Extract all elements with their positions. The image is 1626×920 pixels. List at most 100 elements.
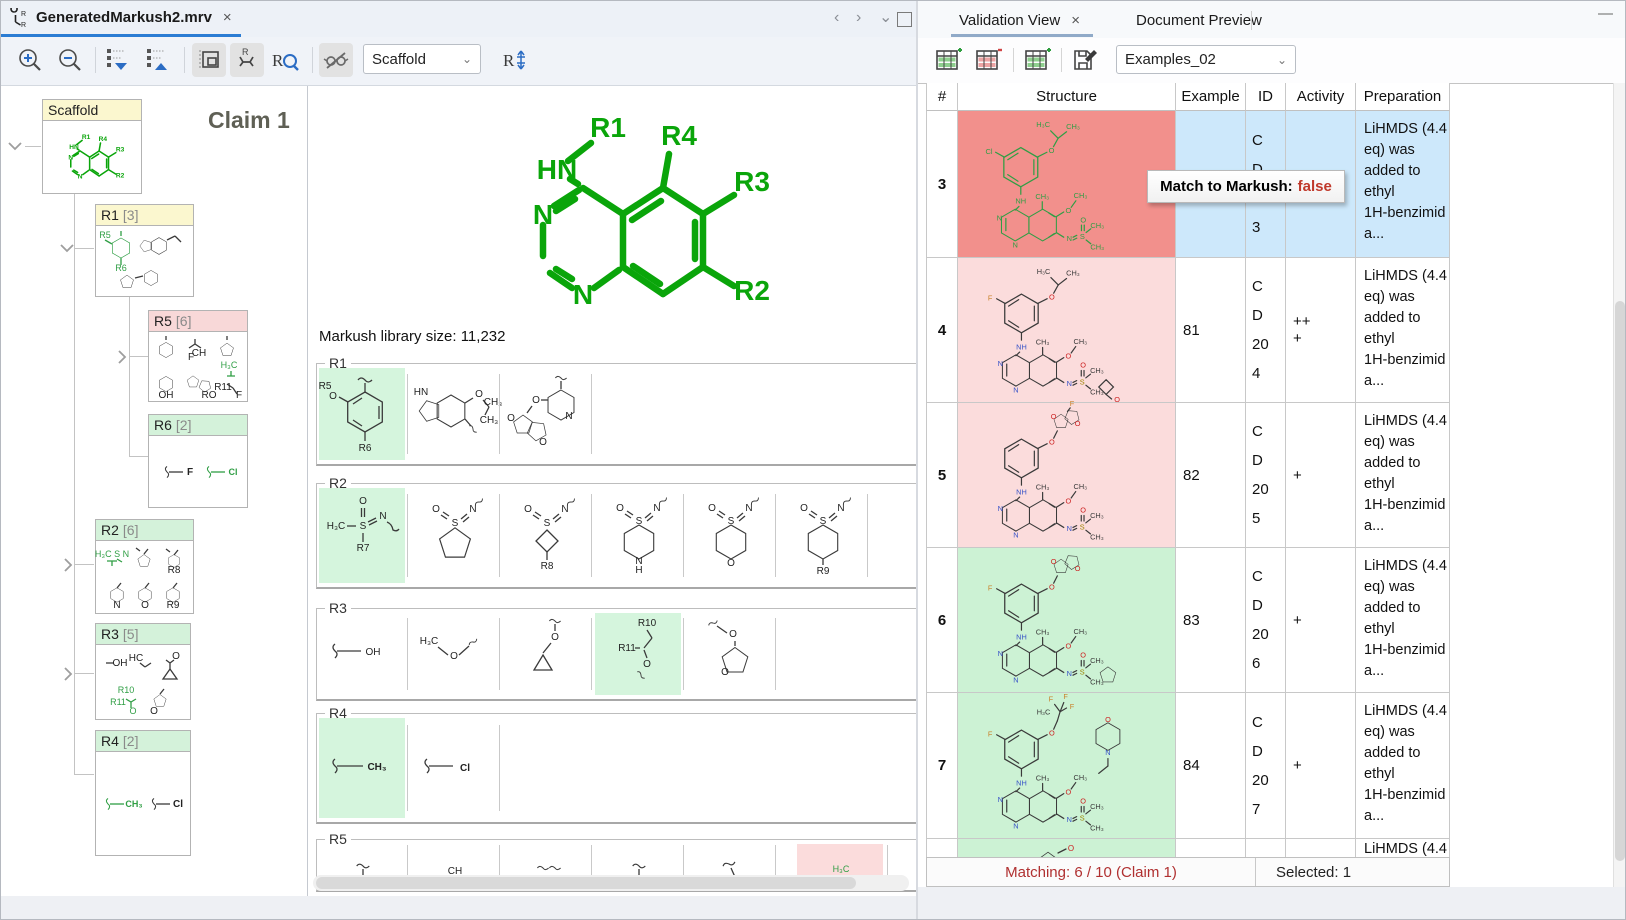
- row-id[interactable]: C D 20 5: [1246, 403, 1286, 548]
- tree-node-r4[interactable]: R4[2] CH₃ Cl: [95, 730, 191, 856]
- r1-option-2[interactable]: HN O CH₃CH₃: [411, 368, 497, 460]
- row5-structure[interactable]: F: [958, 403, 1176, 548]
- expander-down-icon[interactable]: [59, 241, 75, 255]
- r1-option-3[interactable]: N O OO: [503, 368, 589, 460]
- expander-right-icon[interactable]: [61, 666, 75, 682]
- minimize-icon[interactable]: —: [1598, 5, 1613, 22]
- expand-all-button[interactable]: [101, 43, 135, 77]
- row-num[interactable]: 4: [926, 258, 958, 403]
- row-preparation[interactable]: LiHMDS (4.4 eq) was added to ethyl 1H-be…: [1356, 403, 1450, 548]
- zoom-out-button[interactable]: [53, 43, 87, 77]
- row-preparation[interactable]: LiHMDS (4.4 eq) was added to ethyl 1H-be…: [1356, 548, 1450, 693]
- tab-close-icon[interactable]: ×: [1071, 12, 1080, 29]
- tree-node-r3[interactable]: R3[5] OH HC O R10R11O O: [95, 623, 191, 720]
- r4-option-2[interactable]: Cl: [411, 718, 497, 818]
- tree-node-r5[interactable]: R5[6] CHF OH RO H₃C R11F: [148, 310, 248, 402]
- tree-node-r2[interactable]: R2[6] H₃C S N R8 N O R9: [95, 519, 194, 614]
- r2-option-6[interactable]: S O N R9: [779, 488, 865, 583]
- remove-table-row-button[interactable]: [974, 46, 1004, 74]
- expander-right-icon[interactable]: [115, 349, 129, 365]
- col-header-activity[interactable]: Activity: [1286, 83, 1356, 111]
- row-preparation[interactable]: LiHMDS (4.4 eq) was added to ethyl 1H-be…: [1356, 693, 1450, 839]
- col-header-id[interactable]: ID: [1246, 83, 1286, 111]
- add-table-button[interactable]: [1023, 46, 1053, 74]
- row-id[interactable]: C D 20 4: [1246, 258, 1286, 403]
- rgroup-attachment-button[interactable]: R: [498, 43, 532, 77]
- row4-structure[interactable]: F O: [958, 258, 1176, 403]
- tab-validation-view[interactable]: Validation View ×: [949, 7, 1090, 34]
- nav-back-icon[interactable]: ‹: [834, 9, 839, 27]
- svg-text:O: O: [129, 706, 136, 716]
- rgroup-view-button[interactable]: R: [230, 43, 264, 77]
- col-header-num[interactable]: #: [926, 83, 958, 111]
- tab-generated-markush[interactable]: RR GeneratedMarkush2.mrv ×: [1, 1, 241, 34]
- row-activity[interactable]: +: [1286, 548, 1356, 693]
- row6-structure[interactable]: F: [958, 548, 1176, 693]
- tab-list-chevron-icon[interactable]: ⌄: [879, 7, 892, 27]
- r4-option-1[interactable]: CH₃: [319, 718, 405, 818]
- row-activity[interactable]: +: [1286, 403, 1356, 548]
- col-header-structure[interactable]: Structure: [958, 83, 1176, 111]
- row-example[interactable]: 83: [1176, 548, 1246, 693]
- row-activity[interactable]: [1286, 839, 1356, 857]
- svg-text:S: S: [636, 516, 643, 527]
- edit-save-button[interactable]: [1070, 46, 1100, 74]
- row3-structure[interactable]: Cl: [958, 111, 1176, 258]
- scaffold-select[interactable]: Scaffold ⌄: [363, 44, 481, 74]
- table-vscrollbar-thumb[interactable]: [1615, 301, 1625, 861]
- rgroup-query-button[interactable]: R: [268, 43, 302, 77]
- r2-option-5[interactable]: S O N O: [687, 488, 773, 583]
- r2-option-2[interactable]: S O N: [411, 488, 497, 583]
- row-num[interactable]: 7: [926, 693, 958, 839]
- row-num[interactable]: 3: [926, 111, 958, 258]
- row-preparation[interactable]: LiHMDS (4.4 eq) was added to ethyl 1H-be…: [1356, 258, 1450, 403]
- tree-node-r6[interactable]: R6[2] F Cl: [148, 414, 248, 508]
- row-id[interactable]: C D 20 7: [1246, 693, 1286, 839]
- zoom-in-button[interactable]: [13, 43, 47, 77]
- row-activity[interactable]: ++ +: [1286, 258, 1356, 403]
- row-example[interactable]: 84: [1176, 693, 1246, 839]
- row8-structure[interactable]: O: [958, 839, 1176, 857]
- canvas-hscrollbar-thumb[interactable]: [316, 877, 856, 889]
- row-id[interactable]: C D 20 6: [1246, 548, 1286, 693]
- svg-text:F: F: [1069, 701, 1074, 710]
- row-num[interactable]: [926, 839, 958, 857]
- show-frames-button[interactable]: [192, 43, 226, 77]
- r3-option-5[interactable]: O O: [687, 613, 773, 695]
- row-example[interactable]: 82: [1176, 403, 1246, 548]
- expander-down-icon[interactable]: [7, 139, 23, 153]
- tree-node-scaffold[interactable]: Scaffold: [42, 99, 142, 194]
- row-example[interactable]: 81: [1176, 258, 1246, 403]
- row-num[interactable]: 5: [926, 403, 958, 548]
- tree-node-r1[interactable]: R1[3] R5R6: [95, 204, 194, 297]
- nav-forward-icon[interactable]: ›: [856, 9, 861, 27]
- row-id[interactable]: [1246, 839, 1286, 857]
- col-header-preparation[interactable]: Preparation: [1356, 83, 1450, 111]
- r2-option-4[interactable]: S O N NH: [595, 488, 681, 583]
- r3-option-4[interactable]: R10 R11 O: [595, 613, 681, 695]
- dataset-select[interactable]: Examples_02 ⌄: [1116, 45, 1296, 74]
- row-example[interactable]: [1176, 839, 1246, 857]
- svg-text:O: O: [141, 600, 149, 611]
- r2-option-3[interactable]: S O N R8: [503, 488, 589, 583]
- col-header-example[interactable]: Example: [1176, 83, 1246, 111]
- row-num[interactable]: 6: [926, 548, 958, 693]
- collapse-all-button[interactable]: [141, 43, 175, 77]
- tab-close-icon[interactable]: ×: [223, 9, 232, 26]
- r3-option-2[interactable]: H₃C O: [411, 613, 497, 695]
- row-preparation[interactable]: LiHMDS (4.4: [1356, 839, 1450, 857]
- maximize-icon[interactable]: [897, 12, 912, 27]
- r3-option-3[interactable]: O: [503, 613, 589, 695]
- tab-document-preview[interactable]: Document Preview: [1126, 7, 1272, 34]
- hide-glasses-button[interactable]: [319, 43, 353, 77]
- r1-option-1[interactable]: O R5 R6: [319, 368, 405, 460]
- r2-option-1[interactable]: O H₃C S N R7: [319, 488, 405, 583]
- row-activity[interactable]: +: [1286, 693, 1356, 839]
- r3-option-1[interactable]: OH: [319, 613, 405, 695]
- add-table-row-button[interactable]: [934, 46, 964, 74]
- svg-text:N: N: [745, 503, 752, 514]
- row7-structure[interactable]: F FFF H₃C ON: [958, 693, 1176, 839]
- svg-text:F: F: [1048, 694, 1053, 703]
- expander-right-icon[interactable]: [61, 557, 75, 573]
- row-preparation[interactable]: LiHMDS (4.4 eq) was added to ethyl 1H-be…: [1356, 111, 1450, 258]
